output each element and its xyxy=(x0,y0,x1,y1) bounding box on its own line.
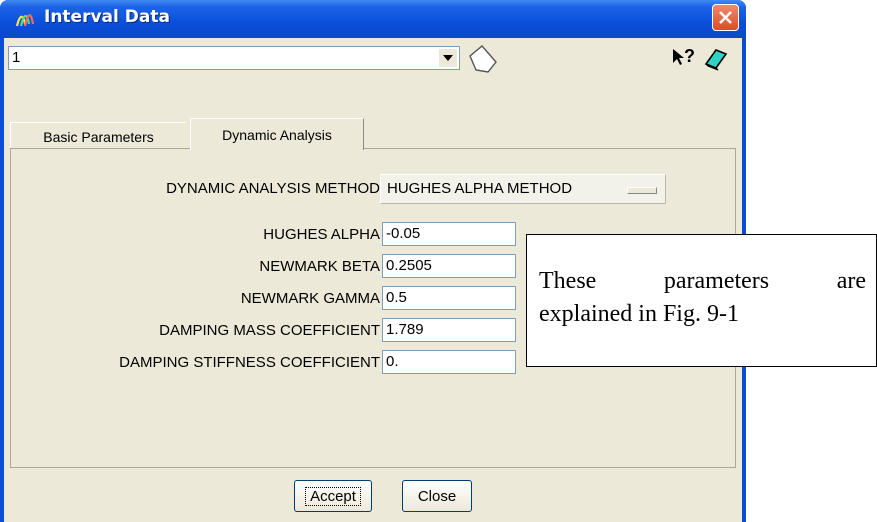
annotation-word: These xyxy=(539,268,597,294)
method-value: HUGHES ALPHA METHOD xyxy=(387,180,573,197)
newmark-gamma-label: NEWMARK GAMMA xyxy=(240,290,380,307)
annotation-line-2: explained in Fig. 9-1 xyxy=(539,301,739,327)
tab-dynamic-analysis[interactable]: Dynamic Analysis xyxy=(190,118,364,150)
tab-basic-parameters[interactable]: Basic Parameters xyxy=(10,122,186,150)
chevron-down-icon[interactable] xyxy=(439,49,457,67)
interval-select[interactable]: 1 xyxy=(8,46,460,70)
help-pointer-icon[interactable]: ? xyxy=(672,46,700,70)
annotation-word: parameters xyxy=(663,268,770,294)
close-window-button[interactable] xyxy=(712,4,739,31)
damping-mass-field[interactable]: 1.789 xyxy=(382,318,516,342)
option-menu-indicator-icon xyxy=(627,187,657,194)
annotation-word: are xyxy=(836,268,866,294)
close-button-label: Close xyxy=(417,487,457,505)
title-bar[interactable]: Interval Data xyxy=(0,0,746,38)
app-icon xyxy=(15,14,35,27)
method-option-menu[interactable]: HUGHES ALPHA METHOD xyxy=(380,174,666,204)
newmark-gamma-field[interactable]: 0.5 xyxy=(382,286,516,310)
window-title: Interval Data xyxy=(44,7,170,27)
damping-mass-label: DAMPING MASS COEFFICIENT xyxy=(159,322,380,339)
hughes-alpha-label: HUGHES ALPHA xyxy=(263,226,380,243)
damping-stiffness-label: DAMPING STIFFNESS COEFFICIENT xyxy=(119,354,380,371)
accept-button-label: Accept xyxy=(305,486,361,506)
annotation-note: These parameters are explained in Fig. 9… xyxy=(526,234,877,367)
annotation-line-1: These parameters are xyxy=(539,265,866,298)
method-label: DYNAMIC ANALYSIS METHOD xyxy=(166,180,380,197)
close-button[interactable]: Close xyxy=(402,480,472,512)
interval-select-value: 1 xyxy=(12,49,21,66)
eraser-icon[interactable] xyxy=(702,44,730,72)
close-icon xyxy=(719,11,732,24)
shape-icon[interactable] xyxy=(466,40,502,76)
newmark-beta-label: NEWMARK BETA xyxy=(259,258,380,275)
hughes-alpha-field[interactable]: -0.05 xyxy=(382,222,516,246)
help-symbol: ? xyxy=(684,46,695,66)
damping-stiffness-field[interactable]: 0. xyxy=(382,350,516,374)
accept-button[interactable]: Accept xyxy=(294,480,372,512)
newmark-beta-field[interactable]: 0.2505 xyxy=(382,254,516,278)
